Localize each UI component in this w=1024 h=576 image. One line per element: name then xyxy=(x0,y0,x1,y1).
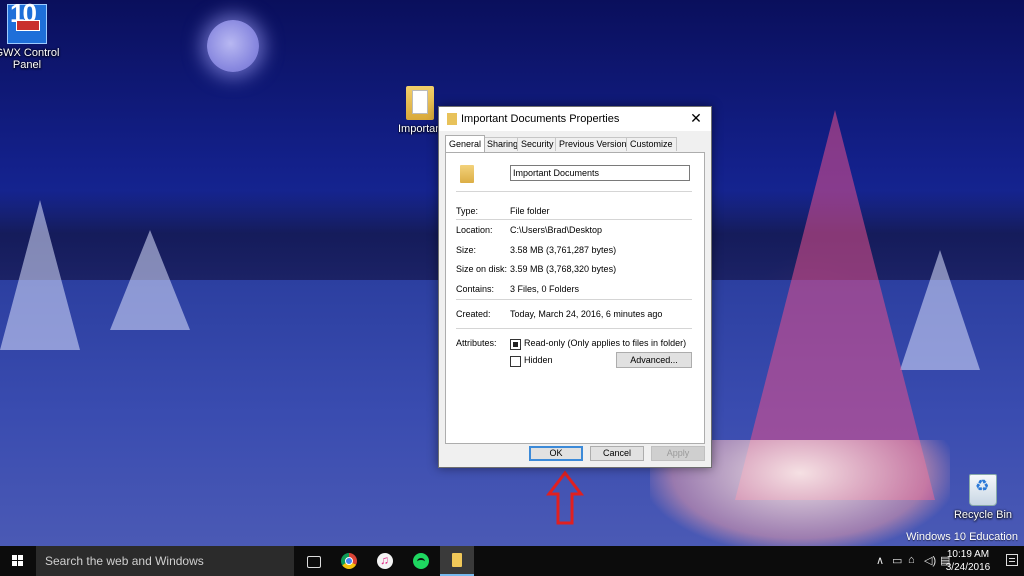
ok-button[interactable]: OK xyxy=(529,446,583,461)
search-input[interactable]: Search the web and Windows xyxy=(36,546,294,576)
red-arrow-up-icon xyxy=(545,470,585,525)
folder-icon xyxy=(447,113,457,125)
attributes-label: Attributes: xyxy=(456,338,497,348)
type-value: File folder xyxy=(510,206,550,216)
task-view-icon xyxy=(307,556,321,568)
start-button[interactable] xyxy=(0,546,36,576)
chrome-taskbar-button[interactable] xyxy=(332,546,366,576)
created-value: Today, March 24, 2016, 6 minutes ago xyxy=(510,309,663,319)
task-view-button[interactable] xyxy=(296,546,330,576)
file-explorer-taskbar-button[interactable] xyxy=(440,546,474,576)
spotify-taskbar-button[interactable] xyxy=(404,546,438,576)
windows-edition-watermark: Windows 10 Education xyxy=(906,531,1018,543)
contains-value: 3 Files, 0 Folders xyxy=(510,284,580,294)
desktop-icon-label: Recycle Bin xyxy=(953,509,1013,521)
size-on-disk-value: 3.59 MB (3,768,320 bytes) xyxy=(510,264,617,274)
contains-label: Contains: xyxy=(456,284,495,294)
folder-icon xyxy=(452,553,462,567)
folder-icon xyxy=(406,86,434,120)
readonly-label: Read-only (Only applies to files in fold… xyxy=(524,338,687,348)
dialog-titlebar[interactable]: Important Documents Properties ✕ xyxy=(439,107,711,131)
background-moon xyxy=(207,20,259,72)
divider xyxy=(456,191,692,192)
size-value: 3.58 MB (3,761,287 bytes) xyxy=(510,245,617,255)
itunes-icon xyxy=(377,553,393,569)
clock-time: 10:19 AM xyxy=(946,549,990,560)
hidden-checkbox[interactable] xyxy=(510,356,521,367)
divider xyxy=(456,299,692,300)
tab-general[interactable]: General xyxy=(445,135,486,152)
general-tab-panel: Type: File folder Location: C:\Users\Bra… xyxy=(445,152,705,444)
folder-name-input[interactable] xyxy=(510,165,690,181)
readonly-checkbox[interactable] xyxy=(510,339,521,350)
location-value: C:\Users\Brad\Desktop xyxy=(510,225,603,235)
chrome-icon xyxy=(341,553,357,569)
gwx-badge: 10 xyxy=(10,0,37,28)
taskbar: Search the web and Windows ∧ ▭ ⌂ ◁) ▤ 10… xyxy=(0,546,1024,576)
battery-icon[interactable]: ▭ xyxy=(892,554,902,567)
network-icon[interactable]: ⌂ xyxy=(908,554,915,566)
close-button[interactable]: ✕ xyxy=(681,107,711,129)
advanced-button[interactable]: Advanced... xyxy=(616,352,692,368)
divider xyxy=(456,219,692,220)
tab-customize[interactable]: Customize xyxy=(626,137,677,151)
desktop: 10 GWX Control Panel Important Documents… xyxy=(0,0,1024,546)
location-label: Location: xyxy=(456,225,493,235)
action-center-icon[interactable] xyxy=(1006,554,1018,566)
gwx-app-icon: 10 xyxy=(7,0,47,44)
size-on-disk-label: Size on disk: xyxy=(456,264,508,274)
spotify-icon xyxy=(413,553,429,569)
clock-date: 3/24/2016 xyxy=(945,562,991,573)
apply-button[interactable]: Apply xyxy=(651,446,705,461)
desktop-icon-recycle-bin[interactable]: ♻ Recycle Bin xyxy=(950,474,1016,521)
desktop-icon-gwx-control-panel[interactable]: 10 GWX Control Panel xyxy=(0,0,60,71)
divider xyxy=(456,328,692,329)
size-label: Size: xyxy=(456,245,477,255)
recycle-bin-icon: ♻ xyxy=(969,474,997,506)
background-snow-tree xyxy=(0,200,80,350)
created-label: Created: xyxy=(456,309,491,319)
dialog-title: Important Documents Properties xyxy=(461,113,620,125)
desktop-icon-label: GWX Control Panel xyxy=(0,47,60,71)
clock[interactable]: 10:19 AM 3/24/2016 xyxy=(942,548,994,574)
system-tray: ∧ ▭ ⌂ ◁) ▤ 10:19 AM 3/24/2016 xyxy=(874,546,1024,576)
hidden-label: Hidden xyxy=(524,355,553,365)
tab-previous-versions[interactable]: Previous Versions xyxy=(555,137,636,151)
properties-dialog: Important Documents Properties ✕ General… xyxy=(438,106,712,468)
tab-security[interactable]: Security xyxy=(517,137,558,151)
itunes-taskbar-button[interactable] xyxy=(368,546,402,576)
gwx-bar-shape xyxy=(16,20,40,31)
type-label: Type: xyxy=(456,206,479,216)
background-snow-tree xyxy=(110,230,190,330)
show-hidden-icons-chevron-icon[interactable]: ∧ xyxy=(876,554,884,567)
folder-icon xyxy=(460,165,474,183)
cancel-button[interactable]: Cancel xyxy=(590,446,644,461)
volume-icon[interactable]: ◁) xyxy=(924,554,936,567)
